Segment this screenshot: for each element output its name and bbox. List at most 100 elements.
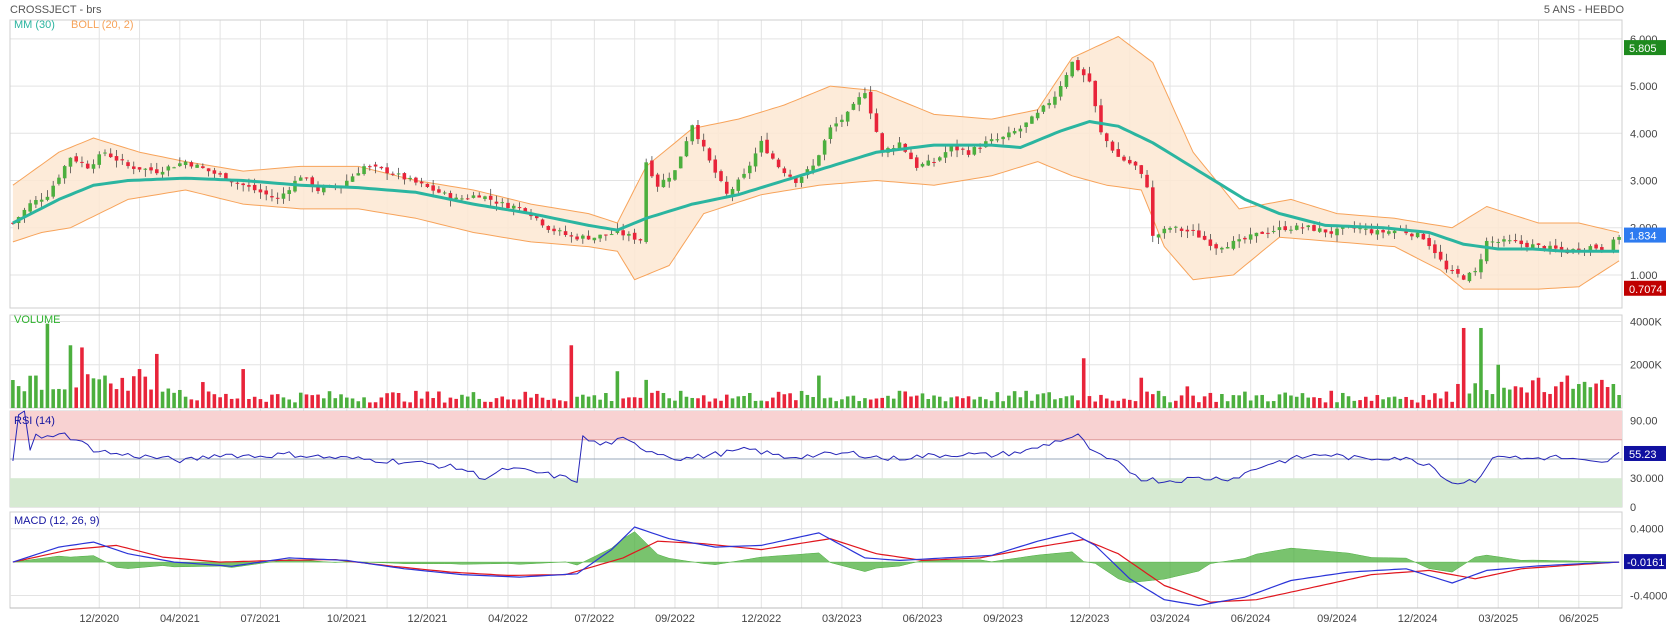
candle-up: [1335, 228, 1339, 236]
boll-legend[interactable]: BOLL (20, 2): [71, 19, 134, 31]
candle-down: [126, 162, 130, 167]
macd-panel: [11, 526, 1620, 607]
candle-up: [673, 170, 677, 180]
volume-bar: [627, 397, 631, 408]
volume-bar: [1024, 390, 1028, 408]
volume-legend[interactable]: VOLUME: [14, 314, 60, 326]
candle-down: [373, 164, 378, 167]
x-tick-label: 06/2024: [1231, 613, 1271, 625]
volume-bar: [1484, 390, 1489, 408]
candle-up: [1496, 241, 1501, 243]
candle-down: [264, 190, 268, 195]
volume-bar: [149, 389, 153, 408]
volume-bar: [701, 395, 706, 408]
candle-up: [511, 205, 516, 209]
volume-bar: [1323, 402, 1328, 408]
candle-down: [1427, 237, 1431, 247]
candle-down: [586, 235, 591, 240]
volume-bar: [1162, 396, 1167, 408]
volume-bar: [621, 398, 625, 408]
volume-bar: [673, 400, 677, 408]
volume-bar: [1035, 394, 1040, 408]
volume-bar: [252, 396, 257, 408]
bollinger-band-fill: [12, 36, 1620, 290]
volume-bar: [114, 389, 119, 408]
volume-bar: [362, 397, 366, 408]
volume-bar: [569, 345, 574, 408]
volume-bar: [1456, 383, 1460, 408]
volume-bar: [304, 394, 309, 408]
x-tick-label: 07/2022: [574, 613, 614, 625]
volume-bar: [345, 397, 349, 408]
volume-bar: [454, 398, 458, 408]
volume-bar: [1473, 383, 1477, 408]
volume-bar: [586, 396, 591, 408]
volume-bar: [1168, 402, 1172, 408]
volume-bar: [857, 401, 861, 408]
volume-bar: [1536, 377, 1541, 408]
volume-bar: [1007, 395, 1011, 408]
volume-bar: [1490, 394, 1495, 408]
candle-up: [1317, 228, 1322, 232]
volume-bar: [1404, 396, 1408, 408]
candle-down: [1450, 270, 1454, 272]
candle-up: [1030, 116, 1034, 124]
candle-up: [500, 202, 505, 204]
candle-up: [396, 173, 401, 175]
volume-bar: [609, 401, 614, 408]
candle-down: [765, 139, 769, 154]
candle-up: [39, 199, 44, 202]
volume-bar: [592, 395, 597, 408]
volume-bar: [1450, 401, 1454, 408]
candle-up: [857, 97, 861, 105]
candle-down: [1381, 230, 1385, 233]
volume-bar: [103, 375, 107, 408]
volume-bar: [719, 400, 723, 408]
volume-bar: [437, 391, 441, 408]
candle-up: [742, 173, 746, 178]
volume-bar: [1104, 398, 1109, 408]
volume-bar: [707, 401, 712, 408]
candle-down: [1110, 141, 1115, 151]
volume-bar: [1559, 381, 1564, 408]
candle-up: [68, 157, 73, 167]
candle-down: [1127, 159, 1132, 164]
volume-bar: [1582, 381, 1587, 408]
volume-bar: [1225, 401, 1230, 408]
rsi-legend[interactable]: RSI (14): [14, 415, 55, 427]
volume-bar: [287, 399, 292, 408]
volume-bar: [206, 391, 211, 408]
candle-up: [822, 140, 827, 155]
volume-bar: [1542, 392, 1547, 408]
candle-down: [776, 159, 781, 168]
candle-up: [581, 235, 585, 239]
candle-up: [1277, 227, 1282, 231]
candle-down: [696, 125, 700, 140]
candle-up: [45, 196, 50, 200]
volume-bar: [321, 398, 326, 408]
volume-bar: [270, 394, 274, 408]
volume-bar: [523, 391, 528, 408]
volume-bar: [1001, 401, 1005, 408]
chart-title: CROSSJECT - brs: [10, 4, 102, 16]
candle-down: [391, 173, 395, 175]
volume-bar: [972, 399, 977, 408]
macd-legend[interactable]: MACD (12, 26, 9): [14, 515, 100, 527]
candle-down: [724, 181, 729, 194]
candle-down: [120, 159, 125, 161]
candle-up: [851, 103, 856, 110]
candle-up: [28, 203, 32, 212]
candle-up: [926, 160, 931, 166]
volume-bar: [1122, 398, 1126, 408]
volume-bar: [644, 379, 648, 408]
volume-bar: [22, 391, 27, 408]
candle-up: [91, 164, 96, 169]
mm-legend[interactable]: MM (30): [14, 19, 55, 31]
candle-up: [840, 119, 844, 123]
volume-bar: [546, 399, 551, 408]
volume-bar: [1571, 388, 1575, 408]
candle-up: [1617, 237, 1621, 240]
candle-down: [1139, 165, 1144, 174]
candle-down: [137, 167, 142, 170]
volume-bar: [1156, 390, 1161, 408]
